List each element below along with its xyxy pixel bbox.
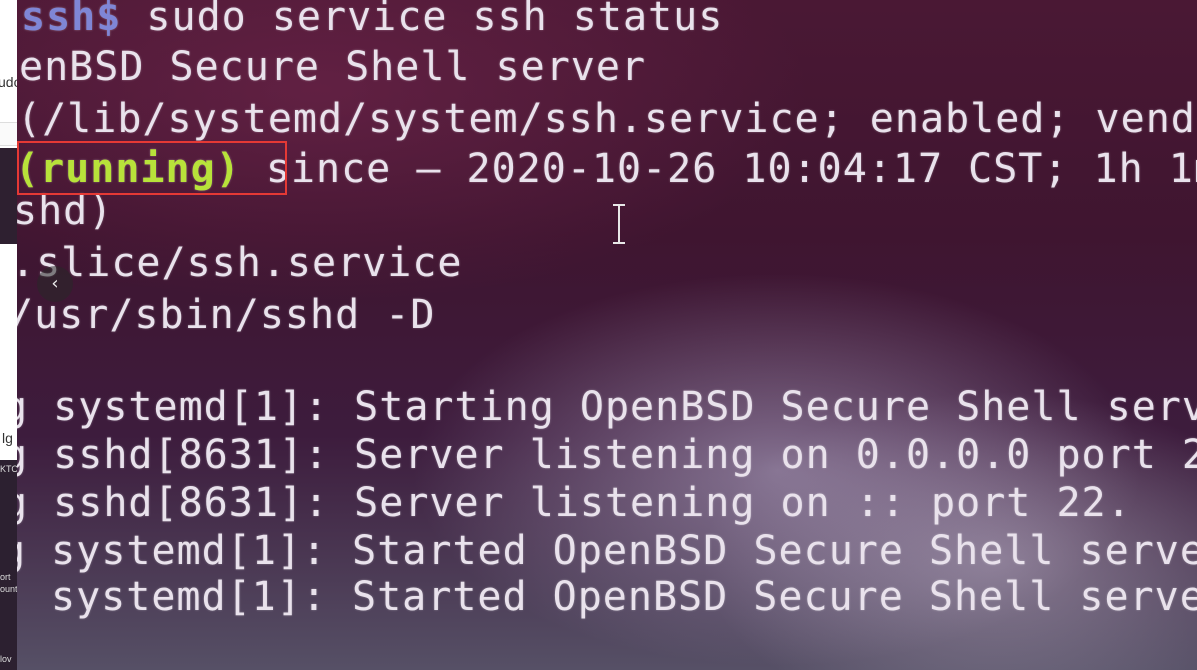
background-text-fragment: lov xyxy=(0,654,12,664)
terminal-line: g systemd[1]: Started OpenBSD Secure She… xyxy=(17,528,1197,574)
background-window-strip: udo lg KTO ort ount lov xyxy=(0,0,17,670)
terminal-line: /usr/sbin/sshd -D xyxy=(17,292,436,338)
background-text-fragment: ort xyxy=(0,572,11,582)
terminal-photo: ssh$ sudo service ssh status enBSD Secur… xyxy=(17,0,1197,670)
terminal-line: enBSD Secure Shell server xyxy=(19,44,647,90)
since-text: since — 2020-10-26 10:04:17 CST; 1h 1m xyxy=(240,146,1197,192)
terminal-line: g sshd[8631]: Server listening on 0.0.0.… xyxy=(17,432,1197,478)
terminal-line: g sshd[8631]: Server listening on :: por… xyxy=(17,480,1132,526)
background-text-fragment: KTO xyxy=(0,464,17,474)
background-thumbnail xyxy=(0,122,17,146)
terminal-line: (/lib/systemd/system/ssh.service; enable… xyxy=(17,96,1197,142)
running-highlight-box xyxy=(17,141,287,195)
terminal-line: systemd[1]: Started OpenBSD Secure Shell… xyxy=(51,574,1197,620)
background-terminal-thumbnail: KTO ort ount lov xyxy=(0,460,17,670)
command-text: sudo service ssh status xyxy=(121,0,724,40)
shell-prompt: ssh$ xyxy=(21,0,122,40)
background-thumbnail xyxy=(0,148,17,244)
terminal-line: ssh$ sudo service ssh status xyxy=(21,0,723,40)
background-text-fragment: udo xyxy=(0,74,17,90)
background-text-fragment: ount xyxy=(0,584,17,594)
terminal-line: g systemd[1]: Starting OpenBSD Secure Sh… xyxy=(17,384,1197,430)
previous-image-button[interactable]: ‹ xyxy=(37,266,73,302)
terminal-line: .slice/ssh.service xyxy=(17,240,463,286)
background-text-fragment: lg xyxy=(2,430,13,446)
text-cursor-icon xyxy=(613,204,625,244)
